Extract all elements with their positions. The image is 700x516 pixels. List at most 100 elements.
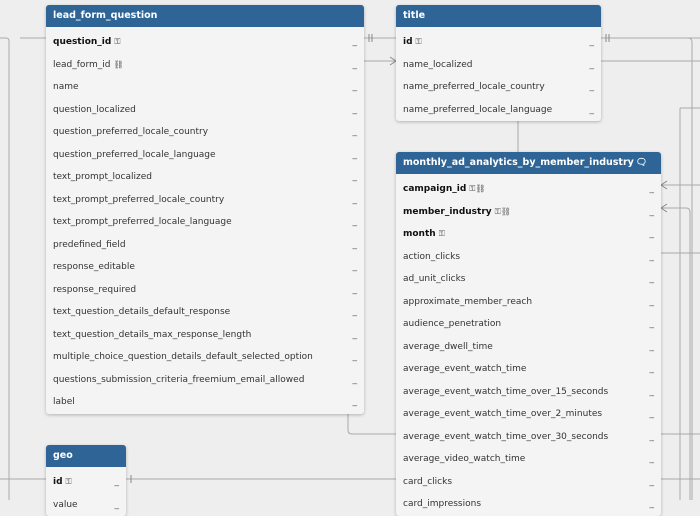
column-row[interactable]: text_question_details_max_response_lengt… [46, 324, 364, 347]
column-name: average_event_watch_time_over_30_seconds [403, 432, 608, 442]
column-row[interactable]: text_prompt_preferred_locale_country_ [46, 189, 364, 212]
column-list: campaign_id⚿⛓_member_industry⚿⛓_month⚿_a… [396, 174, 661, 516]
column-name: text_prompt_preferred_locale_language [53, 217, 232, 227]
column-name: question_preferred_locale_language [53, 150, 216, 160]
column-type: _ [650, 291, 655, 314]
table-title[interactable]: titleid⚿_name_localized_name_preferred_l… [396, 5, 601, 121]
column-row[interactable]: card_impressions_ [396, 493, 661, 516]
table-header[interactable]: geo [46, 445, 126, 467]
table-header[interactable]: title [396, 5, 601, 27]
column-name: audience_penetration [403, 319, 501, 329]
column-row[interactable]: question_localized_ [46, 99, 364, 122]
column-row[interactable]: name_preferred_locale_country_ [396, 76, 601, 99]
column-name: id [403, 37, 413, 47]
column-name: questions_submission_criteria_freemium_e… [53, 375, 304, 385]
column-row[interactable]: response_required_ [46, 279, 364, 302]
column-type: _ [353, 211, 358, 234]
column-name: month [403, 229, 436, 239]
column-type: _ [115, 494, 120, 516]
column-row[interactable]: action_clicks _ [396, 246, 661, 269]
column-type: _ [353, 121, 358, 144]
column-name: average_event_watch_time [403, 364, 526, 374]
column-name: response_editable [53, 262, 135, 272]
column-type: _ [650, 223, 655, 246]
column-type: _ [650, 358, 655, 381]
column-row[interactable]: response_editable_ [46, 256, 364, 279]
column-type: _ [353, 189, 358, 212]
column-row[interactable]: audience_penetration_ [396, 313, 661, 336]
column-row[interactable]: average_event_watch_time_over_30_seconds… [396, 426, 661, 449]
column-type: _ [650, 246, 655, 269]
table-monthly-ad-analytics-by-member-industry[interactable]: monthly_ad_analytics_by_member_industry🗨… [396, 152, 661, 516]
column-name: name [53, 82, 79, 92]
column-type: _ [353, 324, 358, 347]
column-row[interactable]: average_event_watch_time _ [396, 358, 661, 381]
column-row[interactable]: name _ [46, 76, 364, 99]
column-type: _ [353, 346, 358, 369]
column-name: average_video_watch_time [403, 454, 525, 464]
key-link-icon: ⚿⛓ [469, 184, 485, 193]
column-type: _ [650, 268, 655, 291]
table-title: title [403, 10, 425, 21]
column-name: campaign_id [403, 184, 466, 194]
relationship-line [661, 208, 690, 500]
column-type: _ [353, 54, 358, 77]
column-row[interactable]: name_preferred_locale_language_ [396, 99, 601, 122]
column-row[interactable]: average_dwell_time _ [396, 336, 661, 359]
column-row[interactable]: value _ [46, 494, 126, 516]
column-row[interactable]: text_prompt_localized_ [46, 166, 364, 189]
key-icon: ⚿ [439, 229, 445, 238]
column-row[interactable]: id⚿_ [46, 471, 126, 494]
key-icon: ⚿ [114, 37, 120, 46]
column-name: text_question_details_max_response_lengt… [53, 330, 251, 340]
column-row[interactable]: multiple_choice_question_details_default… [46, 346, 364, 369]
column-name: average_event_watch_time_over_15_seconds [403, 387, 608, 397]
column-row[interactable]: card_clicks_ [396, 471, 661, 494]
column-name: question_localized [53, 105, 136, 115]
comment-icon[interactable]: 🗨 [636, 158, 647, 168]
column-type: _ [650, 403, 655, 426]
column-name: value [53, 500, 78, 510]
column-row[interactable]: name_localized_ [396, 54, 601, 77]
table-title: monthly_ad_analytics_by_member_industry [403, 157, 634, 168]
column-type: _ [353, 166, 358, 189]
column-row[interactable]: campaign_id⚿⛓_ [396, 178, 661, 201]
key-link-icon: ⚿⛓ [495, 207, 511, 216]
table-header[interactable]: lead_form_question [46, 5, 364, 27]
table-lead-form-question[interactable]: lead_form_questionquestion_id⚿_lead_form… [46, 5, 364, 414]
column-row[interactable]: predefined_field_ [46, 234, 364, 257]
column-type: _ [650, 336, 655, 359]
column-name: predefined_field [53, 240, 126, 250]
column-row[interactable]: label_ [46, 391, 364, 414]
column-row[interactable]: average_video_watch_time_ [396, 448, 661, 471]
column-name: text_question_details_default_response [53, 307, 230, 317]
table-geo[interactable]: geo id⚿_value _ [46, 445, 126, 516]
column-row[interactable]: text_question_details_default_response_ [46, 301, 364, 324]
column-type: _ [353, 144, 358, 167]
column-type: _ [353, 31, 358, 54]
column-row[interactable]: question_preferred_locale_country _ [46, 121, 364, 144]
column-row[interactable]: member_industry⚿⛓_ [396, 201, 661, 224]
column-name: question_preferred_locale_country [53, 127, 208, 137]
column-name: average_dwell_time [403, 342, 493, 352]
column-type: _ [353, 369, 358, 392]
relationship-line [0, 38, 9, 500]
column-name: name_preferred_locale_country [403, 82, 545, 92]
column-name: action_clicks [403, 252, 460, 262]
column-row[interactable]: question_preferred_locale_language _ [46, 144, 364, 167]
column-type: _ [353, 76, 358, 99]
column-row[interactable]: lead_form_id⛓_ [46, 54, 364, 77]
column-row[interactable]: text_prompt_preferred_locale_language _ [46, 211, 364, 234]
column-row[interactable]: average_event_watch_time_over_2_minutes_ [396, 403, 661, 426]
column-row[interactable]: month⚿ _ [396, 223, 661, 246]
column-row[interactable]: question_id⚿_ [46, 31, 364, 54]
column-name: card_impressions [403, 499, 481, 509]
column-row[interactable]: approximate_member_reach_ [396, 291, 661, 314]
column-row[interactable]: questions_submission_criteria_freemium_e… [46, 369, 364, 392]
column-row[interactable]: ad_unit_clicks_ [396, 268, 661, 291]
relationship-line [348, 412, 396, 434]
column-type: _ [590, 99, 595, 122]
table-header[interactable]: monthly_ad_analytics_by_member_industry🗨 [396, 152, 661, 174]
column-row[interactable]: id⚿_ [396, 31, 601, 54]
column-row[interactable]: average_event_watch_time_over_15_seconds… [396, 381, 661, 404]
